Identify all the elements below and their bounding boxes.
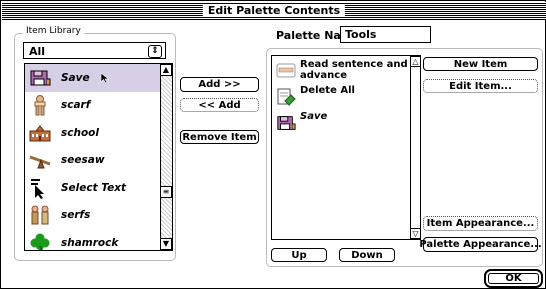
move-up-button[interactable]: Up — [271, 248, 327, 262]
list-item[interactable]: school — [25, 119, 160, 147]
speech-sentence-icon — [276, 63, 296, 78]
palette-scrollbar[interactable]: △ ▽ — [410, 56, 420, 239]
palette-appearance-button[interactable]: Palette Appearance... — [419, 237, 542, 252]
dialog-window: Edit Palette Contents Item Library All ⇕… — [0, 0, 546, 289]
serfs-icon — [31, 205, 49, 225]
list-item-label: Save — [61, 71, 90, 84]
shamrock-icon — [30, 233, 50, 250]
library-filter-value: All — [29, 45, 46, 58]
window-title: Edit Palette Contents — [202, 4, 346, 17]
list-item[interactable]: scarf — [25, 92, 160, 120]
palette-items: Read sentence and advance Delete All Sav… — [272, 59, 410, 137]
scroll-up-arrow-icon[interactable]: △ — [410, 56, 420, 67]
item-appearance-button[interactable]: Item Appearance... — [423, 216, 538, 231]
remove-item-button[interactable]: Remove Item — [180, 130, 259, 144]
seesaw-icon — [29, 155, 51, 169]
list-item[interactable]: Delete All — [272, 85, 410, 107]
palette-items-list[interactable]: Read sentence and advance Delete All Sav… — [271, 55, 421, 240]
scroll-thumb[interactable]: ≡ — [160, 186, 172, 198]
scroll-down-arrow-icon[interactable]: ▽ — [410, 228, 420, 239]
list-item-label: serfs — [61, 209, 91, 222]
list-item[interactable]: shamrock — [25, 229, 160, 250]
list-item[interactable]: serfs — [25, 202, 160, 230]
list-item-label: Select Text — [61, 181, 127, 194]
scroll-down-arrow-icon[interactable]: ▼ — [160, 238, 172, 250]
add-back-button[interactable]: << Add — [180, 98, 259, 112]
edit-item-button[interactable]: Edit Item... — [423, 79, 538, 93]
item-library-label: Item Library — [23, 26, 84, 36]
library-scrollbar[interactable]: ▲ ≡ ▼ — [160, 64, 172, 250]
item-library-list[interactable]: Save scarf school seesaw Select Text ser… — [24, 63, 173, 251]
disk-icon — [30, 70, 51, 86]
item-library-group: Item Library All ⇕ Save scarf school see… — [14, 26, 176, 261]
disk-icon — [277, 116, 296, 130]
library-filter-dropdown[interactable]: All ⇕ — [23, 42, 166, 59]
list-item[interactable]: Save — [25, 64, 160, 92]
cursor-arrow-icon — [100, 72, 109, 84]
pointer-arrow-icon — [31, 178, 44, 199]
ok-button[interactable]: OK — [488, 273, 539, 284]
list-item[interactable]: Read sentence and advance — [272, 59, 410, 81]
scarf-icon — [34, 95, 46, 116]
add-button[interactable]: Add >> — [180, 77, 259, 92]
palette-contents-group: Read sentence and advance Delete All Sav… — [266, 48, 543, 267]
updown-arrows-icon[interactable]: ⇕ — [148, 45, 162, 58]
list-item-label: seesaw — [61, 154, 105, 167]
school-building-icon — [29, 124, 51, 142]
list-item[interactable]: seesaw — [25, 147, 160, 175]
list-item-label: Read sentence and advance — [300, 59, 408, 81]
new-item-button[interactable]: New Item — [423, 57, 538, 71]
list-item-label: shamrock — [61, 236, 119, 249]
scroll-up-arrow-icon[interactable]: ▲ — [160, 64, 172, 76]
list-item-label: school — [61, 126, 99, 139]
ok-button-outline: OK — [484, 269, 543, 288]
eraser-page-icon — [277, 88, 296, 106]
list-item-label: scarf — [61, 99, 91, 112]
move-down-button[interactable]: Down — [339, 248, 395, 262]
palette-name-field[interactable]: Tools — [340, 26, 431, 43]
list-item-label: Save — [300, 111, 328, 122]
list-item-label: Delete All — [300, 85, 355, 96]
title-bar[interactable]: Edit Palette Contents — [2, 2, 546, 20]
list-item[interactable]: Save — [272, 111, 410, 133]
list-item[interactable]: Select Text — [25, 174, 160, 202]
